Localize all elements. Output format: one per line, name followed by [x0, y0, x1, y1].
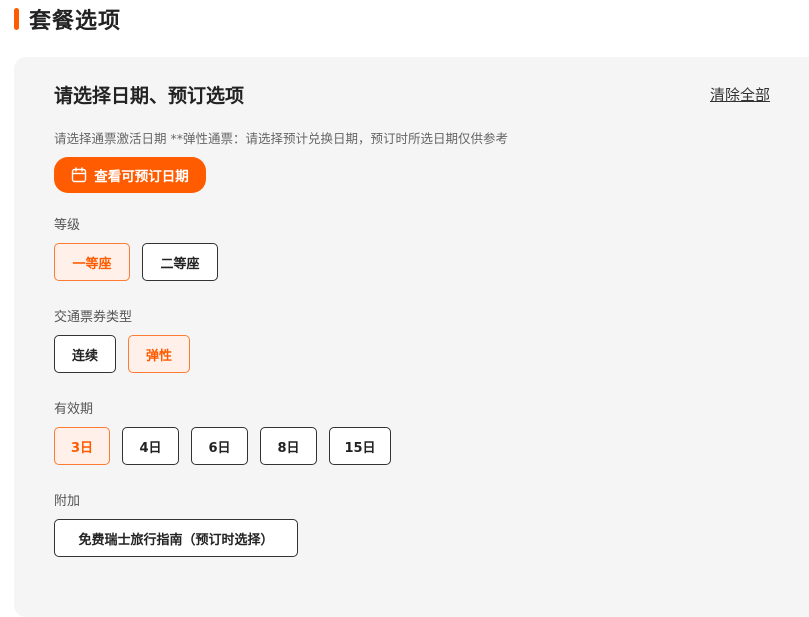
view-available-dates-button[interactable]: 查看可预订日期 [54, 157, 206, 193]
extras-option-guide[interactable]: 免费瑞士旅行指南（预订时选择） [54, 519, 298, 557]
class-option-first[interactable]: 一等座 [54, 243, 130, 281]
date-hint: 请选择通票激活日期 **弹性通票：请选择预计兑换日期，预订时所选日期仅供参考 [54, 131, 508, 146]
class-label: 等级 [54, 218, 81, 233]
validity-option-8[interactable]: 8日 [260, 427, 317, 465]
pass-type-options: 连续 弹性 [54, 335, 190, 373]
validity-option-15[interactable]: 15日 [329, 427, 391, 465]
view-available-dates-label: 查看可预订日期 [94, 169, 189, 185]
calendar-icon [72, 167, 87, 183]
class-option-second[interactable]: 二等座 [142, 243, 218, 281]
validity-option-4[interactable]: 4日 [122, 427, 179, 465]
section-header: 套餐选项 [14, 4, 121, 34]
pass-type-option-flex[interactable]: 弹性 [128, 335, 190, 373]
section-title: 套餐选项 [29, 9, 122, 34]
extras-options: 免费瑞士旅行指南（预订时选择） [54, 519, 298, 557]
pass-type-label: 交通票券类型 [54, 310, 133, 325]
accent-bar [14, 8, 19, 30]
validity-label: 有效期 [54, 402, 94, 417]
validity-option-3[interactable]: 3日 [54, 427, 110, 465]
validity-option-6[interactable]: 6日 [191, 427, 248, 465]
class-options: 一等座 二等座 [54, 243, 218, 281]
extras-label: 附加 [54, 494, 81, 509]
validity-options: 3日 4日 6日 8日 15日 [54, 427, 391, 465]
pass-type-option-consecutive[interactable]: 连续 [54, 335, 116, 373]
card-title: 请选择日期、预订选项 [54, 85, 245, 107]
clear-all-link[interactable]: 清除全部 [710, 84, 770, 105]
options-card: 请选择日期、预订选项 清除全部 请选择通票激活日期 **弹性通票：请选择预计兑换… [14, 57, 809, 617]
